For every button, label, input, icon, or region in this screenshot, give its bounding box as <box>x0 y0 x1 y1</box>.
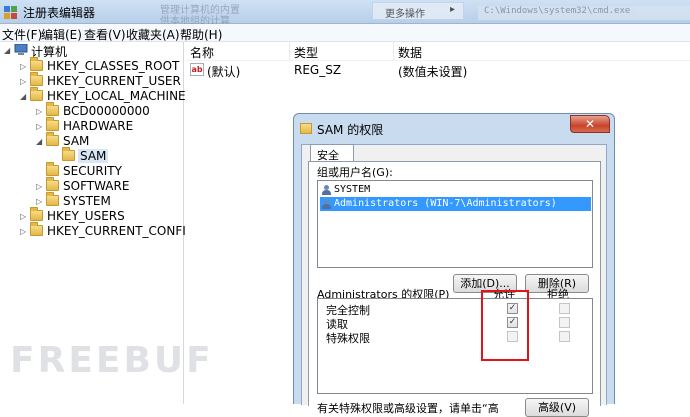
column-header-name[interactable]: 名称 <box>190 44 214 60</box>
user-name: Administrators (WIN-7\Administrators) <box>334 198 557 209</box>
menu-help[interactable]: 帮助(H) <box>180 26 222 43</box>
menu-bar: 文件(F) 编辑(E) 查看(V) 收藏夹(A) 帮助(H) <box>0 24 690 42</box>
menu-file[interactable]: 文件(F) <box>2 26 42 43</box>
folder-icon <box>300 123 312 134</box>
group-icon <box>322 199 332 209</box>
value-type: REG_SZ <box>294 63 342 77</box>
folder-icon <box>30 207 43 221</box>
menu-favorites[interactable]: 收藏夹(A) <box>126 26 180 43</box>
collapse-arrow-icon[interactable]: ◢ <box>36 134 46 149</box>
dialog-body: 安全 组或用户名(G): SYSTEM Administrators (WIN-… <box>301 144 607 417</box>
dialog-title: SAM 的权限 <box>317 123 384 137</box>
tree-node-hardware[interactable]: ▷ HARDWARE <box>0 117 180 134</box>
deny-special-checkbox[interactable] <box>559 331 570 342</box>
folder-icon <box>46 102 59 116</box>
highlight-box <box>481 290 529 361</box>
tree-node-security[interactable]: SECURITY <box>0 162 180 179</box>
more-actions-button[interactable]: 更多操作 ▸ <box>372 2 464 20</box>
column-divider[interactable] <box>289 42 290 60</box>
tree-node-label: HARDWARE <box>63 119 134 133</box>
expand-arrow-icon[interactable]: ▷ <box>20 224 30 239</box>
folder-icon <box>46 192 59 206</box>
collapse-arrow-icon[interactable]: ◢ <box>20 89 30 104</box>
folder-icon <box>30 57 43 71</box>
tree-node-sam-child[interactable]: SAM <box>0 147 180 164</box>
folder-open-icon <box>30 87 43 101</box>
tree-node-hkcu[interactable]: ▷ HKEY_CURRENT_USER <box>0 72 181 89</box>
tree-node-hku[interactable]: ▷ HKEY_USERS <box>0 207 180 224</box>
tree-node-label: HKEY_LOCAL_MACHINE <box>47 89 186 103</box>
registry-editor-icon <box>4 6 17 19</box>
folder-icon <box>30 222 43 236</box>
tree-node-label: HKEY_CURRENT_USER <box>47 74 181 88</box>
tree-node-label: SYSTEM <box>63 194 111 208</box>
computer-icon <box>14 44 28 55</box>
permissions-list: 完全控制 ✓ 读取 ✓ 特殊权限 <box>317 298 593 394</box>
permissions-dialog: SAM 的权限 ✕ 安全 组或用户名(G): SYSTEM Administra… <box>293 113 615 417</box>
background-console-title: C:\Windows\system32\cmd.exe <box>478 6 690 20</box>
list-item[interactable]: SYSTEM <box>320 183 591 197</box>
group-or-user-label: 组或用户名(G): <box>317 166 393 179</box>
folder-icon <box>46 177 59 191</box>
deny-read-checkbox[interactable] <box>559 317 570 328</box>
expand-arrow-icon[interactable]: ▷ <box>20 59 30 74</box>
menu-edit[interactable]: 编辑(E) <box>41 26 82 43</box>
expand-arrow-icon[interactable]: ▷ <box>36 104 46 119</box>
tree-node-sam[interactable]: ◢ SAM <box>0 132 180 149</box>
title-bar: 注册表编辑器 管理计算机的内置 供本地组的计算 更多操作 ▸ C:\Windows… <box>0 0 690 27</box>
watermark: FREEBUF <box>10 340 214 381</box>
deny-full-control-checkbox[interactable] <box>559 303 570 314</box>
advanced-hint-text: 有关特殊权限或高级设置，请单击“高 <box>317 402 499 415</box>
tree-node-label: SAM <box>78 149 109 163</box>
list-item[interactable]: Administrators (WIN-7\Administrators) <box>320 197 591 211</box>
close-icon: ✕ <box>584 117 596 131</box>
user-listbox[interactable]: SYSTEM Administrators (WIN-7\Administrat… <box>317 180 593 268</box>
folder-icon <box>46 162 59 176</box>
folder-open-icon <box>46 132 59 146</box>
user-name: SYSTEM <box>334 184 371 195</box>
expand-arrow-icon[interactable]: ▷ <box>20 74 30 89</box>
window-title: 注册表编辑器 <box>23 6 96 20</box>
security-tab-panel: 组或用户名(G): SYSTEM Administrators (WIN-7\A… <box>308 161 601 417</box>
tree-node-hkcc[interactable]: ▷ HKEY_CURRENT_CONFIG <box>0 222 195 239</box>
tree-node-label: HKEY_USERS <box>47 209 125 223</box>
column-divider[interactable] <box>393 42 394 60</box>
folder-icon <box>46 117 59 131</box>
permission-name: 特殊权限 <box>326 332 370 345</box>
tab-security[interactable]: 安全 <box>310 144 354 162</box>
advanced-button[interactable]: 高级(V) <box>525 398 589 417</box>
close-button[interactable]: ✕ <box>570 115 610 133</box>
tree-node-software[interactable]: ▷ SOFTWARE <box>0 177 180 194</box>
tree-node-label: HKEY_CLASSES_ROOT <box>47 59 180 73</box>
tree-node-computer[interactable]: ◢ 计算机 <box>0 43 180 59</box>
tree-node-bcd[interactable]: ▷ BCD00000000 <box>0 102 180 119</box>
tree-node-label: SAM <box>63 134 90 148</box>
expand-arrow-icon[interactable]: ▷ <box>36 179 46 194</box>
folder-icon <box>30 72 43 86</box>
string-value-icon: ab <box>190 63 204 76</box>
folder-icon <box>62 147 75 161</box>
user-icon <box>322 185 332 195</box>
menu-view[interactable]: 查看(V) <box>84 26 126 43</box>
header-divider <box>185 60 690 61</box>
expand-arrow-icon[interactable]: ▷ <box>36 119 46 134</box>
tree-node-label: BCD00000000 <box>63 104 150 118</box>
tree-node-hklm[interactable]: ◢ HKEY_LOCAL_MACHINE <box>0 87 186 104</box>
tree-node-label: SECURITY <box>63 164 122 178</box>
value-data: (数值未设置) <box>398 65 468 79</box>
arrow-right-icon: ▸ <box>449 4 455 15</box>
collapse-arrow-icon[interactable]: ◢ <box>4 43 14 58</box>
expand-arrow-icon[interactable]: ▷ <box>20 209 30 224</box>
column-header-data[interactable]: 数据 <box>398 44 422 60</box>
tree-node-system[interactable]: ▷ SYSTEM <box>0 192 180 209</box>
value-name: (默认) <box>207 65 241 79</box>
tree-node-hkcr[interactable]: ▷ HKEY_CLASSES_ROOT <box>0 57 180 74</box>
column-header-type[interactable]: 类型 <box>294 44 318 60</box>
dialog-title-bar[interactable]: SAM 的权限 ✕ <box>294 114 614 142</box>
tree-node-label: HKEY_CURRENT_CONFIG <box>47 224 196 238</box>
tree-node-label: SOFTWARE <box>63 179 130 193</box>
